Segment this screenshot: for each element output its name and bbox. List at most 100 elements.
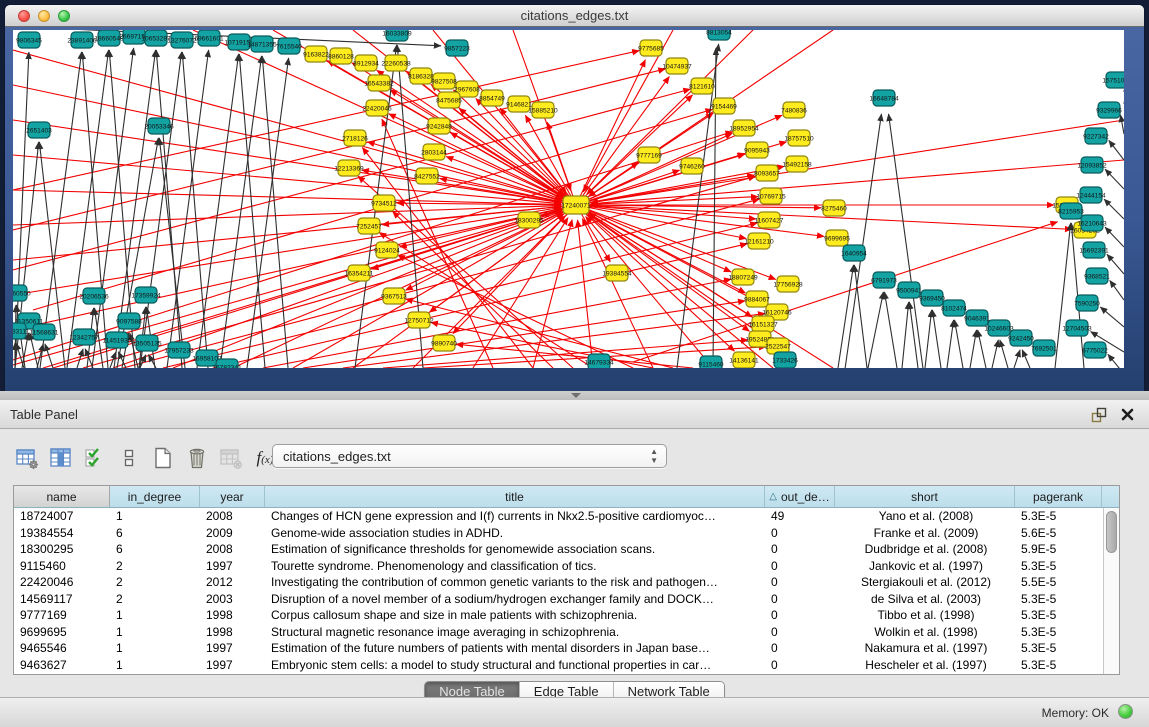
teal-node[interactable]: 12444154 bbox=[1076, 187, 1106, 203]
panel-divider[interactable] bbox=[0, 391, 1149, 400]
teal-node[interactable]: 9857223 bbox=[444, 40, 470, 56]
yellow-node[interactable]: 15492158 bbox=[782, 156, 812, 172]
yellow-node[interactable]: 16543382 bbox=[364, 75, 394, 91]
yellow-node[interactable]: 9095943 bbox=[744, 142, 770, 158]
yellow-node[interactable]: 18300295 bbox=[514, 212, 544, 228]
yellow-node[interactable]: 10474937 bbox=[662, 58, 692, 74]
teal-node[interactable]: 20053346 bbox=[144, 118, 174, 134]
yellow-node[interactable]: 8912934 bbox=[353, 55, 379, 71]
teal-node[interactable]: 12093852 bbox=[1077, 157, 1107, 173]
yellow-node[interactable]: 8427552 bbox=[414, 168, 440, 184]
column-select-icon[interactable] bbox=[48, 445, 74, 471]
teal-node[interactable]: 1733426 bbox=[772, 352, 798, 368]
yellow-node[interactable]: 9242848 bbox=[426, 118, 452, 134]
column-header-title[interactable]: title bbox=[265, 486, 765, 507]
column-header-name[interactable]: name bbox=[14, 486, 110, 507]
teal-node[interactable]: 17359924 bbox=[131, 287, 161, 303]
teal-node[interactable]: 6775022 bbox=[1082, 342, 1108, 358]
teal-node[interactable]: 9115460 bbox=[698, 356, 724, 368]
yellow-node[interactable]: 12213369 bbox=[334, 160, 364, 176]
yellow-node[interactable]: 18952954 bbox=[729, 120, 759, 136]
teal-node[interactable]: 7615540 bbox=[276, 38, 302, 54]
delete-table-icon[interactable] bbox=[184, 445, 210, 471]
column-header-in_degree[interactable]: in_degree bbox=[110, 486, 200, 507]
yellow-node[interactable]: 17756928 bbox=[773, 276, 803, 292]
yellow-node[interactable]: 9746260 bbox=[679, 158, 705, 174]
yellow-node[interactable]: 18807249 bbox=[728, 269, 758, 285]
yellow-node[interactable]: 16354211 bbox=[345, 265, 374, 281]
teal-node[interactable]: 9369450 bbox=[919, 290, 945, 306]
divider-grip-icon[interactable] bbox=[571, 393, 581, 398]
teal-node[interactable]: 16782341 bbox=[212, 359, 242, 368]
teal-node[interactable]: 9227342 bbox=[1083, 128, 1109, 144]
yellow-node[interactable]: 8854749 bbox=[479, 90, 505, 106]
new-file-icon[interactable] bbox=[150, 445, 176, 471]
table-row[interactable]: 1872400712008Changes of HCN gene express… bbox=[14, 508, 1103, 525]
table-row[interactable]: 1938455462009Genome-wide association stu… bbox=[14, 525, 1103, 542]
teal-node[interactable]: 20206536 bbox=[79, 288, 109, 304]
teal-node[interactable]: 9046391 bbox=[964, 310, 990, 326]
yellow-node[interactable]: 11607427 bbox=[755, 212, 784, 228]
table-row[interactable]: 946362711997Embryonic stem cells: a mode… bbox=[14, 657, 1103, 674]
yellow-node[interactable]: 9890740 bbox=[431, 335, 457, 351]
teal-node[interactable]: 7590250 bbox=[1074, 295, 1100, 311]
table-row[interactable]: 969969511998Structural magnetic resonanc… bbox=[14, 624, 1103, 641]
teal-node[interactable]: 15692391 bbox=[1079, 242, 1109, 258]
hub-node[interactable]: 17240071 bbox=[561, 196, 591, 214]
teal-node[interactable]: 9242450 bbox=[1008, 330, 1034, 346]
table-row[interactable]: 2242004622012Investigating the contribut… bbox=[14, 574, 1103, 591]
teal-node[interactable]: 8102474 bbox=[941, 300, 967, 316]
teal-node[interactable]: 13505135 bbox=[132, 335, 162, 351]
teal-node[interactable]: 16648784 bbox=[869, 90, 899, 106]
yellow-node[interactable]: 9163822 bbox=[303, 46, 329, 62]
teal-node[interactable]: 12704503 bbox=[1062, 320, 1092, 336]
yellow-node[interactable]: 12161210 bbox=[744, 233, 774, 249]
yellow-node[interactable]: 2803144 bbox=[421, 144, 447, 160]
teal-node[interactable]: 1640954 bbox=[841, 245, 867, 261]
table-row[interactable]: 946554611997Estimation of the future num… bbox=[14, 640, 1103, 657]
yellow-node[interactable]: 8093657 bbox=[754, 165, 780, 181]
rows-icon[interactable] bbox=[116, 445, 142, 471]
teal-node[interactable]: 9806345 bbox=[16, 32, 42, 48]
yellow-node[interactable]: 9775685 bbox=[638, 40, 664, 56]
teal-node[interactable]: 6791973 bbox=[871, 272, 897, 288]
window-titlebar[interactable]: citations_edges.txt bbox=[5, 5, 1144, 27]
teal-node[interactable]: 9097588 bbox=[116, 313, 142, 329]
close-panel-icon[interactable] bbox=[1120, 407, 1135, 422]
teal-node[interactable]: 11568631 bbox=[30, 324, 59, 340]
table-settings-icon[interactable] bbox=[14, 445, 40, 471]
yellow-node[interactable]: 15885210 bbox=[528, 102, 558, 118]
teal-node[interactable]: 9368521 bbox=[1084, 268, 1110, 284]
column-header-short[interactable]: short bbox=[835, 486, 1015, 507]
yellow-node[interactable]: 8275460 bbox=[821, 200, 847, 216]
teal-node[interactable]: 11451930 bbox=[103, 332, 132, 348]
yellow-node[interactable]: 9734512 bbox=[371, 195, 397, 211]
teal-node[interactable]: 16033809 bbox=[382, 30, 412, 41]
yellow-node[interactable]: 9884067 bbox=[744, 291, 770, 307]
yellow-node[interactable]: 9154469 bbox=[711, 98, 737, 114]
teal-node[interactable]: 12342757 bbox=[69, 329, 99, 345]
row-select-icon[interactable] bbox=[82, 445, 108, 471]
scrollbar-thumb[interactable] bbox=[1106, 511, 1117, 553]
yellow-node[interactable]: 22420046 bbox=[362, 100, 392, 116]
yellow-node[interactable]: 8860128 bbox=[328, 48, 354, 64]
teal-node[interactable]: 23891406 bbox=[67, 32, 97, 48]
table-row[interactable]: 977716911998Corpus callosum shape and si… bbox=[14, 607, 1103, 624]
yellow-node[interactable]: 12750712 bbox=[404, 312, 434, 328]
table-row[interactable]: 1456911722003Disruption of a novel membe… bbox=[14, 591, 1103, 608]
yellow-node[interactable]: 16151327 bbox=[748, 316, 778, 332]
teal-node[interactable]: 25260550 bbox=[13, 285, 31, 301]
yellow-node[interactable]: 7252457 bbox=[356, 218, 382, 234]
teal-node[interactable]: 17957233 bbox=[164, 342, 194, 358]
teal-node[interactable]: 14871355 bbox=[247, 36, 277, 52]
yellow-node[interactable]: 8475685 bbox=[436, 92, 462, 108]
yellow-node[interactable]: 7480836 bbox=[781, 102, 807, 118]
teal-node[interactable]: 8215953 bbox=[1058, 203, 1084, 219]
table-selector-combobox[interactable]: citations_edges.txt ▲▼ bbox=[272, 444, 667, 468]
yellow-node[interactable]: 9699695 bbox=[824, 230, 850, 246]
teal-node[interactable]: 69661601 bbox=[194, 30, 224, 46]
yellow-node[interactable]: 18757510 bbox=[784, 130, 814, 146]
teal-node[interactable]: 14679334 bbox=[584, 354, 614, 368]
yellow-node[interactable]: 9367513 bbox=[381, 288, 407, 304]
table-row[interactable]: 1830029562008Estimation of significance … bbox=[14, 541, 1103, 558]
